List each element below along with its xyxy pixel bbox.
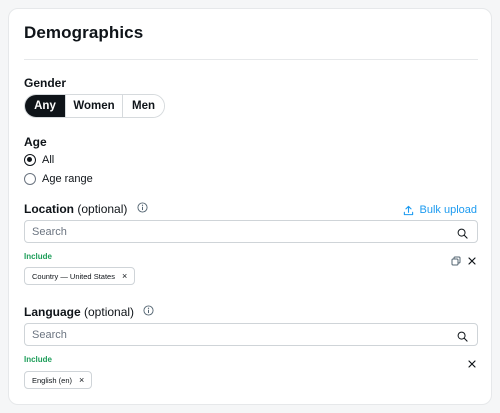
radio-unchecked-icon[interactable]	[24, 173, 36, 185]
location-label: Location (optional)	[24, 202, 148, 216]
copy-icon[interactable]	[451, 253, 461, 271]
radio-checked-icon[interactable]	[24, 154, 36, 166]
age-option-all[interactable]: All	[24, 152, 54, 168]
language-search-input[interactable]	[32, 327, 442, 342]
gender-option-men[interactable]: Men	[122, 95, 164, 117]
language-search-field	[24, 323, 478, 346]
info-icon[interactable]	[143, 305, 154, 319]
location-include-label: Include	[24, 252, 53, 261]
info-icon[interactable]	[137, 202, 148, 216]
chip-remove-close-icon[interactable]: ×	[122, 271, 127, 281]
language-optional-text: (optional)	[84, 305, 135, 319]
location-search-input[interactable]	[32, 224, 442, 239]
gender-option-women[interactable]: Women	[65, 95, 122, 117]
gender-label: Gender	[24, 76, 67, 90]
language-chip-label: English (en)	[32, 375, 73, 385]
age-option-range[interactable]: Age range	[24, 171, 93, 187]
location-clear-close-icon[interactable]	[467, 253, 477, 271]
gender-segmented-control: Any Women Men	[24, 94, 165, 118]
chip-remove-close-icon[interactable]: ×	[79, 375, 84, 385]
gender-option-any[interactable]: Any	[25, 95, 65, 117]
location-search-field	[24, 220, 478, 243]
language-label-text: Language	[24, 305, 81, 319]
location-label-text: Location	[24, 202, 74, 216]
bulk-upload-button[interactable]: Bulk upload	[403, 204, 478, 216]
age-option-range-label: Age range	[42, 173, 93, 185]
language-label: Language (optional)	[24, 305, 154, 319]
bulk-upload-label: Bulk upload	[419, 204, 478, 216]
title-divider	[24, 59, 478, 60]
section-title: Demographics	[24, 23, 144, 42]
location-optional-text: (optional)	[77, 202, 128, 216]
search-icon[interactable]	[457, 226, 468, 244]
language-chip: English (en) ×	[24, 371, 93, 389]
demographics-card: Demographics Gender Any Women Men Age Al…	[8, 8, 492, 405]
language-include-label: Include	[24, 355, 53, 364]
language-clear-close-icon[interactable]	[467, 356, 477, 374]
location-chip-label: Country — United States	[32, 271, 115, 281]
upload-icon	[403, 205, 413, 215]
age-label: Age	[24, 135, 47, 149]
age-option-all-label: All	[42, 154, 55, 166]
search-icon[interactable]	[457, 329, 468, 347]
location-chip: Country — United States ×	[24, 267, 136, 285]
